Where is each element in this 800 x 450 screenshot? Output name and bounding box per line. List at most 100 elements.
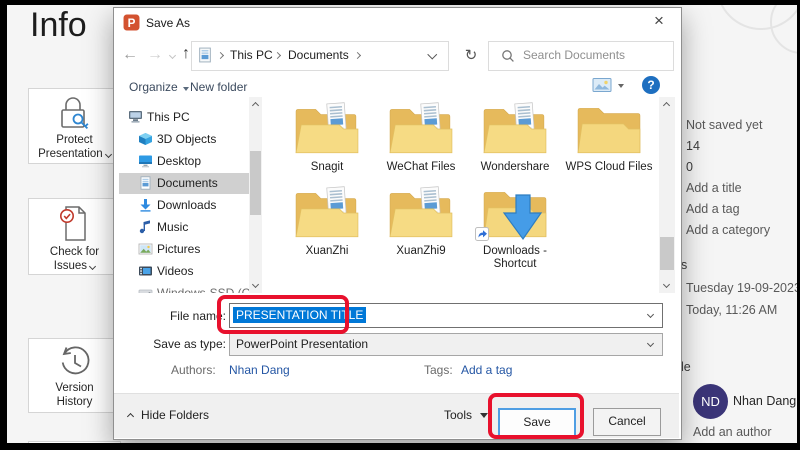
save-button[interactable]: Save: [498, 408, 576, 438]
sidebar-item-label: Music: [157, 220, 189, 234]
tools-menu[interactable]: Tools: [444, 408, 472, 422]
refresh-button[interactable]: ↻: [459, 46, 483, 68]
computer-icon: [128, 110, 143, 131]
tags-add-value[interactable]: Add a tag: [461, 363, 512, 377]
view-mode-button[interactable]: [592, 77, 613, 97]
folder-tile-wps-cloud-files[interactable]: WPS Cloud Files: [563, 101, 655, 174]
decorative-circle: [770, 0, 800, 54]
download-arrow-icon: [502, 194, 544, 247]
add-tag-field[interactable]: Add a tag: [686, 202, 740, 216]
authors-label: Authors:: [171, 363, 216, 377]
protect-presentation-label-1: Protect: [56, 134, 93, 146]
sidebar-item-3d-objects[interactable]: 3D Objects: [119, 129, 249, 150]
check-for-issues-button[interactable]: Check for Issues: [28, 198, 121, 275]
breadcrumb-item-documents[interactable]: Documents: [284, 48, 353, 62]
folder-label: WPS Cloud Files: [565, 161, 653, 173]
view-mode-dropdown[interactable]: [618, 84, 624, 88]
scroll-up-icon[interactable]: [662, 101, 671, 110]
sidebar-item-videos[interactable]: Videos: [119, 261, 249, 282]
folder-tile-snagit[interactable]: Snagit: [281, 101, 373, 174]
folder-label: WeChat Files: [386, 161, 456, 173]
scroll-down-icon[interactable]: [251, 280, 260, 289]
protect-presentation-button[interactable]: Protect Presentation: [28, 88, 121, 164]
sidebar-scrollbar[interactable]: [249, 97, 262, 293]
sidebar-item-this-pc[interactable]: This PC: [119, 107, 249, 128]
sidebar-item-downloads[interactable]: Downloads: [119, 195, 249, 216]
folder-label: Snagit: [310, 161, 344, 173]
version-history-label-1: Version: [55, 382, 94, 394]
folder-tile-xuanzhi9[interactable]: XuanZhi9: [375, 185, 467, 258]
sidebar-item-label: Windows-SSD (C:: [157, 286, 254, 293]
folder-tile-xuanzhi[interactable]: XuanZhi: [281, 185, 373, 258]
scrollbar-thumb[interactable]: [250, 151, 261, 215]
breadcrumb-chevron[interactable]: [353, 51, 362, 60]
hide-folders-button[interactable]: Hide Folders: [141, 408, 209, 422]
folder-tile-wondershare[interactable]: Wondershare: [469, 101, 561, 174]
partial-heading-people: le: [681, 360, 691, 374]
dialog-footer: Hide Folders Tools Save Cancel: [114, 393, 679, 438]
svg-text:P: P: [128, 17, 136, 30]
powerpoint-icon: P: [123, 14, 140, 34]
sidebar-item-desktop[interactable]: Desktop: [119, 151, 249, 172]
document-check-icon: [57, 204, 91, 247]
save-as-type-dropdown-chevron[interactable]: [646, 339, 655, 348]
folder-label: Downloads - Shortcut: [483, 245, 547, 270]
frame-left: [0, 0, 7, 450]
authors-value[interactable]: Nhan Dang: [229, 363, 290, 377]
search-box[interactable]: Search Documents: [488, 41, 674, 71]
folder-location-icon: [197, 47, 213, 66]
frame-bottom: [0, 443, 800, 450]
sidebar-item-documents[interactable]: Documents: [119, 173, 262, 194]
sidebar-item-pictures[interactable]: Pictures: [119, 239, 249, 260]
version-history-button[interactable]: Version History: [28, 338, 121, 413]
scroll-down-icon[interactable]: [662, 280, 671, 289]
property-value-slides: 14: [686, 139, 700, 153]
author-name[interactable]: Nhan Dang: [733, 394, 796, 408]
scroll-up-icon[interactable]: [251, 101, 260, 110]
folder-label: Wondershare: [480, 161, 550, 173]
add-author-field[interactable]: Add an author: [693, 425, 772, 439]
document-icon: [138, 176, 153, 197]
nav-recent-chevron[interactable]: [168, 51, 177, 60]
clock-history-icon: [56, 344, 94, 383]
close-button[interactable]: ×: [644, 11, 674, 35]
avatar: ND: [693, 384, 728, 419]
folder-with-files-icon: [483, 102, 547, 154]
nav-up-button[interactable]: ↑: [182, 45, 190, 63]
sidebar-item-label: Downloads: [157, 198, 217, 212]
folder-tile-downloads-shortcut[interactable]: Downloads - Shortcut: [469, 185, 561, 271]
sidebar-item-windows-ssd[interactable]: Windows-SSD (C:: [119, 283, 254, 293]
organize-menu[interactable]: Organize: [129, 80, 190, 94]
file-name-input[interactable]: PRESENTATION TITLE: [229, 303, 663, 328]
nav-back-button[interactable]: ←: [122, 46, 138, 64]
file-list-scrollbar[interactable]: [659, 97, 675, 293]
save-as-type-select[interactable]: PowerPoint Presentation: [229, 333, 663, 356]
sidebar-item-label: Videos: [157, 264, 194, 278]
scrollbar-thumb[interactable]: [660, 237, 674, 270]
help-button[interactable]: ?: [642, 76, 660, 94]
folder-tile-wechat-files[interactable]: WeChat Files: [375, 101, 467, 174]
breadcrumb-item-this-pc[interactable]: This PC: [226, 48, 277, 62]
address-bar[interactable]: This PC Documents: [191, 41, 449, 71]
add-title-field[interactable]: Add a title: [686, 181, 742, 195]
add-category-field[interactable]: Add a category: [686, 223, 770, 237]
folder-with-files-icon: [389, 102, 453, 154]
sidebar-item-music[interactable]: Music: [119, 217, 249, 238]
nav-forward-button[interactable]: →: [147, 46, 163, 64]
check-for-issues-label-2: Issues: [29, 259, 120, 273]
date-created-value: Today, 11:26 AM: [686, 303, 778, 317]
file-name-dropdown-chevron[interactable]: [646, 310, 655, 319]
sidebar-item-label: Pictures: [157, 242, 201, 256]
tools-dropdown-triangle[interactable]: [480, 413, 488, 418]
screenshot-root: Info Protect Presentation Check for Issu…: [0, 0, 800, 450]
cancel-button[interactable]: Cancel: [593, 408, 661, 436]
date-modified-value: Tuesday 19-09-2023: [686, 281, 800, 295]
address-dropdown-chevron[interactable]: [427, 49, 437, 59]
lock-key-icon: [55, 95, 91, 136]
version-history-label-2: History: [56, 396, 93, 408]
search-icon: [501, 49, 515, 66]
desktop-icon: [138, 154, 153, 175]
video-icon: [138, 264, 153, 285]
new-folder-button[interactable]: New folder: [190, 80, 247, 94]
save-as-type-value: PowerPoint Presentation: [236, 337, 369, 351]
